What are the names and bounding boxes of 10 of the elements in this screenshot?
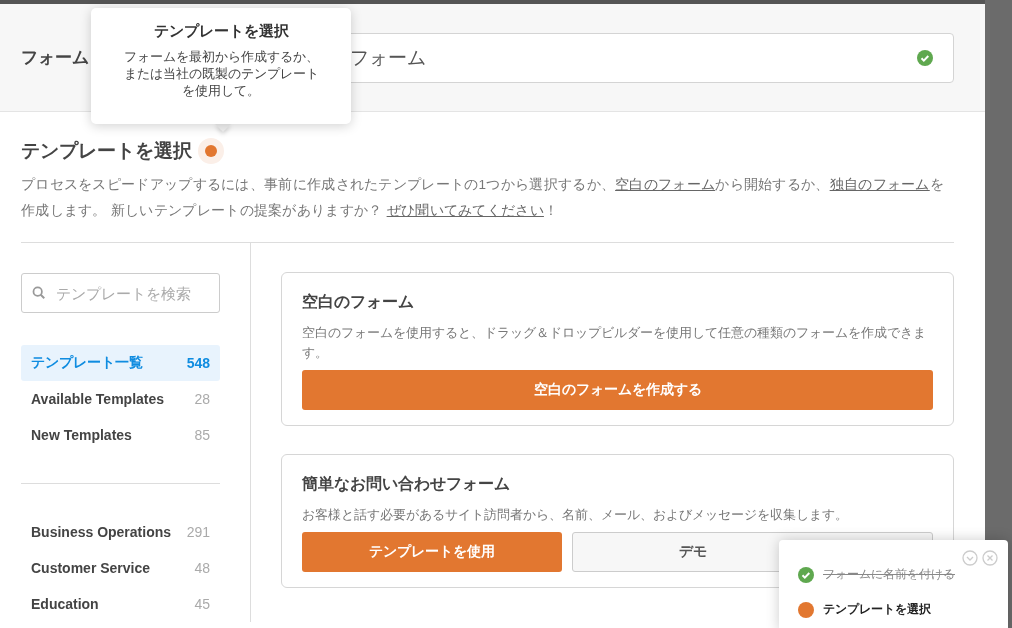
card-title: 空白のフォーム — [302, 292, 415, 312]
form-name-label: フォーム — [21, 47, 89, 69]
tooltip-title: テンプレートを選択 — [152, 22, 290, 41]
card-description: 空白のフォームを使用すると、ドラッグ＆ドロップビルダーを使用して任意の種類のフォームを作成できます。 — [302, 324, 927, 362]
card-title: 簡単なお問い合わせフォーム — [302, 474, 511, 495]
checklist-item: テンプレートを選択 — [823, 601, 931, 618]
tooltip-text: フォームを最初から作成するか、 または当社の既製のテンプレート を使用して。 — [122, 49, 320, 100]
card-description: お客様と話す必要があるサイト訪問者から、名前、メール、およびメッセージを収集します。 — [302, 506, 849, 524]
section-title: テンプレートを選択 — [21, 139, 192, 163]
intro-paragraph: プロセスをスピードアップするには、事前に作成されたテンプレートの1つから選択するか、空白のフォームから開始するか、独自のフォーム を作成します。 新しいテンプレートの提案がありますか？ ぜひ聞いてみてください！ — [21, 172, 954, 243]
